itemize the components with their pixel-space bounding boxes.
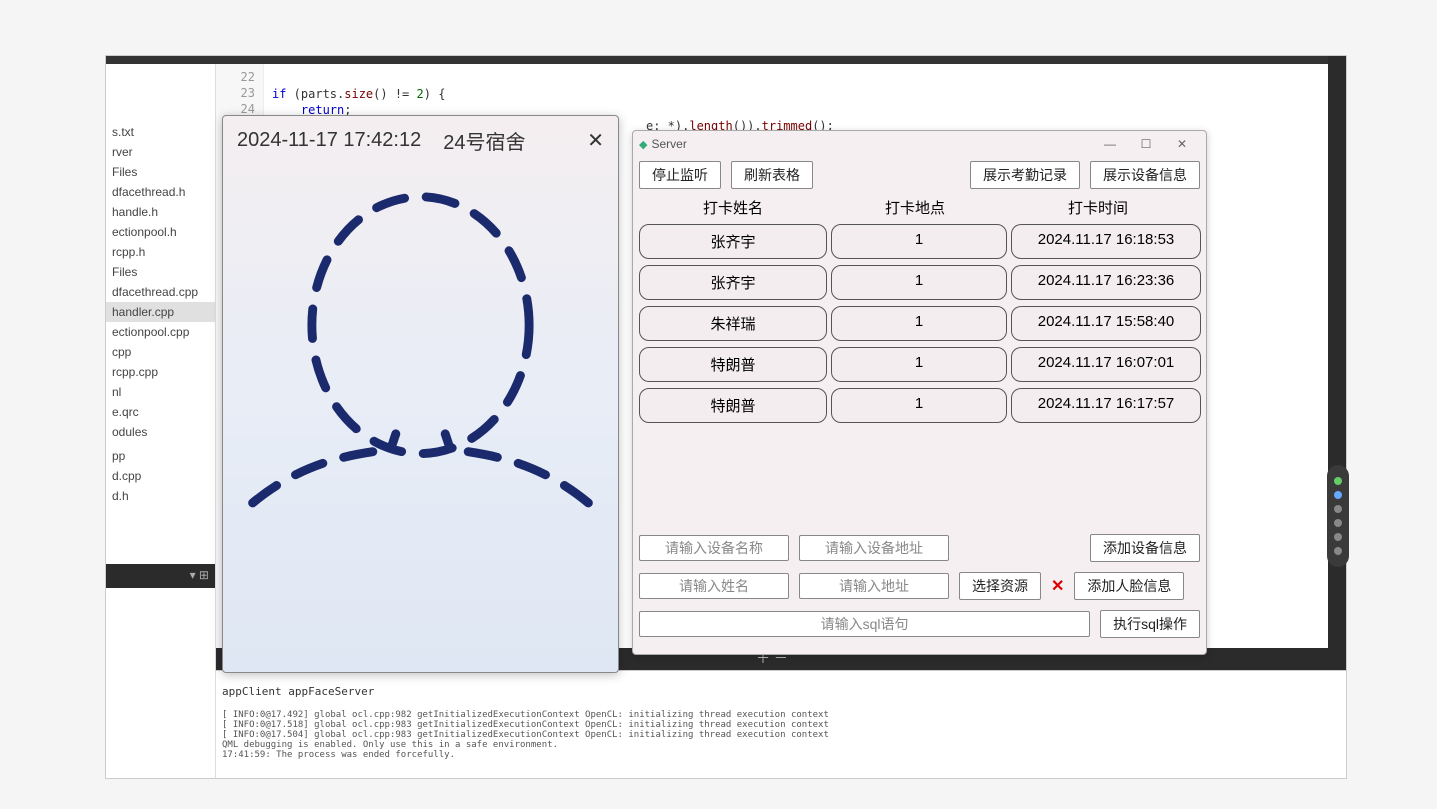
file-item[interactable]: d.h bbox=[106, 486, 215, 506]
add-face-button[interactable]: 添加人脸信息 bbox=[1074, 572, 1184, 600]
exec-sql-button[interactable]: 执行sql操作 bbox=[1100, 610, 1200, 638]
server-app-icon: ◆ bbox=[639, 138, 647, 151]
tool-dot-1[interactable] bbox=[1334, 477, 1342, 485]
file-item[interactable]: dfacethread.cpp bbox=[106, 282, 215, 302]
face-capture-modal: 2024-11-17 17:42:12 24号宿舍 ✕ bbox=[222, 115, 619, 673]
close-icon[interactable]: ✕ bbox=[587, 131, 604, 151]
floating-tool-pill[interactable] bbox=[1327, 465, 1349, 567]
add-device-button[interactable]: 添加设备信息 bbox=[1090, 534, 1200, 562]
show-device-button[interactable]: 展示设备信息 bbox=[1090, 161, 1200, 189]
capture-timestamp: 2024-11-17 17:42:12 bbox=[237, 129, 421, 152]
table-header: 打卡姓名 打卡地点 打卡时间 bbox=[633, 193, 1206, 224]
file-list: s.txtrverFilesdfacethread.hhandle.hectio… bbox=[106, 64, 215, 442]
person-address-input[interactable] bbox=[799, 573, 949, 599]
file-item[interactable]: ectionpool.h bbox=[106, 222, 215, 242]
table-row: 张齐宇12024.11.17 16:23:36 bbox=[639, 265, 1200, 300]
maximize-button[interactable]: ☐ bbox=[1128, 134, 1164, 154]
cell-location: 1 bbox=[831, 306, 1007, 341]
cell-name: 特朗普 bbox=[639, 388, 827, 423]
person-name-input[interactable] bbox=[639, 573, 789, 599]
file-item[interactable]: pp bbox=[106, 446, 215, 466]
show-attendance-button[interactable]: 展示考勤记录 bbox=[970, 161, 1080, 189]
console-panel: appClient appFaceServer [ INFO:0@17.492]… bbox=[216, 670, 1346, 778]
cell-time: 2024.11.17 16:18:53 bbox=[1011, 224, 1201, 259]
capture-location: 24号宿舍 bbox=[443, 126, 587, 155]
cell-location: 1 bbox=[831, 265, 1007, 300]
file-item[interactable]: cpp bbox=[106, 342, 215, 362]
device-address-input[interactable] bbox=[799, 535, 949, 561]
file-item[interactable]: ectionpool.cpp bbox=[106, 322, 215, 342]
file-item[interactable]: handler.cpp bbox=[106, 302, 215, 322]
cell-time: 2024.11.17 16:23:36 bbox=[1011, 265, 1201, 300]
cell-name: 张齐宇 bbox=[639, 224, 827, 259]
file-item[interactable]: handle.h bbox=[106, 202, 215, 222]
ide-file-panel: s.txtrverFilesdfacethread.hhandle.hectio… bbox=[106, 64, 216, 778]
file-item[interactable]: odules bbox=[106, 422, 215, 442]
face-modal-header: 2024-11-17 17:42:12 24号宿舍 ✕ bbox=[223, 116, 618, 159]
cell-name: 张齐宇 bbox=[639, 265, 827, 300]
col-location: 打卡地点 bbox=[827, 197, 1003, 218]
file-item[interactable]: dfacethread.h bbox=[106, 182, 215, 202]
console-output: [ INFO:0@17.492] global ocl.cpp:982 getI… bbox=[222, 710, 1340, 760]
file-item[interactable]: Files bbox=[106, 162, 215, 182]
server-title: Server bbox=[651, 137, 1092, 151]
panel-expand-icon[interactable]: ▾ ⊞ bbox=[184, 564, 215, 586]
server-window: ◆ Server — ☐ ✕ 停止监听 刷新表格 展示考勤记录 展示设备信息 打… bbox=[632, 130, 1207, 655]
file-item[interactable]: s.txt bbox=[106, 122, 215, 142]
device-name-input[interactable] bbox=[639, 535, 789, 561]
form-area: 添加设备信息 选择资源 ✕ 添加人脸信息 执行sql操作 bbox=[639, 534, 1200, 648]
col-name: 打卡姓名 bbox=[639, 197, 827, 218]
file-list-secondary: ppd.cppd.h bbox=[106, 442, 215, 506]
file-item[interactable]: rcpp.cpp bbox=[106, 362, 215, 382]
stop-listen-button[interactable]: 停止监听 bbox=[639, 161, 721, 189]
sql-input[interactable] bbox=[639, 611, 1090, 637]
tool-dot-3[interactable] bbox=[1334, 505, 1342, 513]
ide-topbar bbox=[106, 56, 1346, 64]
tool-dot-2[interactable] bbox=[1334, 491, 1342, 499]
table-body: 张齐宇12024.11.17 16:18:53张齐宇12024.11.17 16… bbox=[633, 224, 1206, 423]
cell-location: 1 bbox=[831, 388, 1007, 423]
cell-name: 朱祥瑞 bbox=[639, 306, 827, 341]
tool-dot-5[interactable] bbox=[1334, 533, 1342, 541]
server-toolbar: 停止监听 刷新表格 展示考勤记录 展示设备信息 bbox=[633, 157, 1206, 193]
console-tabs[interactable]: appClient appFaceServer bbox=[222, 685, 1340, 698]
table-row: 朱祥瑞12024.11.17 15:58:40 bbox=[639, 306, 1200, 341]
close-window-button[interactable]: ✕ bbox=[1164, 134, 1200, 154]
tool-dot-6[interactable] bbox=[1334, 547, 1342, 555]
cell-time: 2024.11.17 15:58:40 bbox=[1011, 306, 1201, 341]
file-item[interactable]: rver bbox=[106, 142, 215, 162]
col-time: 打卡时间 bbox=[1003, 197, 1193, 218]
cell-time: 2024.11.17 16:07:01 bbox=[1011, 347, 1201, 382]
file-item[interactable]: d.cpp bbox=[106, 466, 215, 486]
file-item[interactable]: rcpp.h bbox=[106, 242, 215, 262]
choose-resource-button[interactable]: 选择资源 bbox=[959, 572, 1041, 600]
file-item[interactable]: nl bbox=[106, 382, 215, 402]
cell-name: 特朗普 bbox=[639, 347, 827, 382]
file-item[interactable]: Files bbox=[106, 262, 215, 282]
table-row: 特朗普12024.11.17 16:17:57 bbox=[639, 388, 1200, 423]
server-titlebar[interactable]: ◆ Server — ☐ ✕ bbox=[633, 131, 1206, 157]
minimize-button[interactable]: — bbox=[1092, 134, 1128, 154]
tool-dot-4[interactable] bbox=[1334, 519, 1342, 527]
file-item[interactable]: e.qrc bbox=[106, 402, 215, 422]
panel-divider: ▾ ⊞ bbox=[106, 564, 215, 588]
cell-time: 2024.11.17 16:17:57 bbox=[1011, 388, 1201, 423]
face-silhouette bbox=[223, 166, 618, 672]
refresh-table-button[interactable]: 刷新表格 bbox=[731, 161, 813, 189]
table-row: 张齐宇12024.11.17 16:18:53 bbox=[639, 224, 1200, 259]
table-row: 特朗普12024.11.17 16:07:01 bbox=[639, 347, 1200, 382]
x-icon: ✕ bbox=[1051, 576, 1064, 596]
cell-location: 1 bbox=[831, 224, 1007, 259]
cell-location: 1 bbox=[831, 347, 1007, 382]
